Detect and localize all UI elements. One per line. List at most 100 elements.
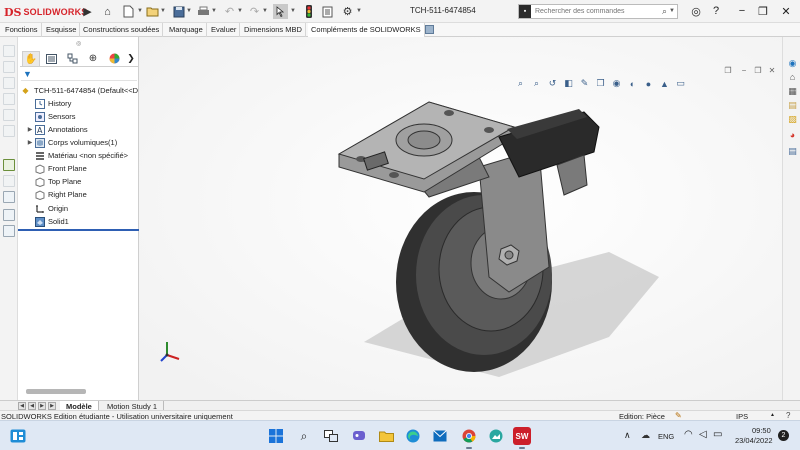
viewport-split-icon[interactable]: ❐: [723, 65, 733, 75]
tree-item-right-plane[interactable]: Right Plane: [26, 188, 87, 201]
restore-icon[interactable]: ❐: [755, 3, 771, 19]
volume-icon[interactable]: ◁: [699, 429, 707, 440]
reference-geometry-icon[interactable]: [3, 175, 15, 187]
tree-item-history[interactable]: History: [26, 97, 71, 110]
new-dropdown-icon[interactable]: ▼: [137, 8, 143, 16]
edge-browser-icon[interactable]: [404, 427, 422, 445]
battery-icon[interactable]: ▭: [713, 429, 722, 440]
dimxpert-tab-icon[interactable]: ⊕: [84, 51, 102, 66]
undo-dropdown-icon[interactable]: ▼: [237, 8, 243, 16]
expand-chevron-icon[interactable]: ▶: [26, 139, 34, 146]
search-dropdown-icon[interactable]: ▼: [669, 8, 675, 14]
tree-root[interactable]: ◆ TCH-511-6474854 (Default<<D: [20, 84, 138, 97]
extrude-tool-icon[interactable]: [3, 61, 15, 73]
first-tab-icon[interactable]: ◀: [18, 402, 26, 410]
custom-properties-icon[interactable]: ▤: [786, 145, 799, 157]
dynamic-annotation-icon[interactable]: ✎: [578, 78, 591, 90]
more-tabs-icon[interactable]: ❯: [126, 51, 136, 66]
tree-filter[interactable]: ▼: [21, 69, 137, 81]
taskbar-search-icon[interactable]: ⌕: [295, 427, 313, 445]
search-icon[interactable]: ⌕: [662, 6, 667, 17]
task-view-icon[interactable]: [322, 427, 340, 445]
redo-dropdown-icon[interactable]: ▼: [262, 8, 268, 16]
expand-chevron-icon[interactable]: ▶: [26, 126, 34, 133]
hide-show-items-icon[interactable]: ◐: [626, 78, 639, 90]
view-palette-icon[interactable]: ▤: [786, 99, 799, 111]
save-icon[interactable]: [171, 4, 186, 19]
select-dropdown-icon[interactable]: ▼: [290, 8, 296, 16]
viewport-minimize-icon[interactable]: −: [739, 65, 749, 75]
tray-overflow-icon[interactable]: ∧: [624, 430, 631, 441]
onedrive-icon[interactable]: ☁: [641, 430, 650, 441]
menu-expand-icon[interactable]: ▶: [80, 4, 95, 19]
loft-tool-icon[interactable]: [3, 109, 15, 121]
graphics-viewport[interactable]: ⌕ ⌕ ↺ ◧ ✎ ❒ ◉ ◐ ● ▲ ▭ ❐ − ❐ ✕: [139, 37, 782, 400]
revolve-tool-icon[interactable]: [3, 77, 15, 89]
file-explorer-taskbar-icon[interactable]: [377, 427, 395, 445]
caster-wheel-model[interactable]: [139, 37, 782, 400]
notification-badge[interactable]: 2: [778, 430, 789, 441]
sweep-tool-icon[interactable]: [3, 93, 15, 105]
feature-tool-icon[interactable]: [3, 159, 15, 171]
design-library-icon[interactable]: ⌂: [786, 71, 799, 83]
options-gear-icon[interactable]: ⚙: [340, 4, 355, 19]
feature-manager-tab-icon[interactable]: ✋: [22, 51, 40, 66]
display-tool-icon[interactable]: [3, 191, 15, 203]
mirror-tool-icon[interactable]: [3, 225, 15, 237]
tree-item-solid-bodies[interactable]: ▶ Corps volumiques(1): [26, 136, 117, 149]
print-icon[interactable]: [196, 4, 211, 19]
minimize-icon[interactable]: −: [734, 3, 750, 19]
display-manager-tab-icon[interactable]: [105, 51, 123, 66]
windows-start-icon[interactable]: [267, 427, 285, 445]
tree-item-annotations[interactable]: ▶ A Annotations: [26, 123, 88, 136]
tab-evaluer[interactable]: Evaluer: [208, 23, 241, 37]
open-folder-icon[interactable]: [145, 4, 160, 19]
viewport-close-icon[interactable]: ✕: [767, 65, 777, 75]
property-manager-tab-icon[interactable]: [42, 51, 60, 66]
filter-funnel-icon[interactable]: ▼: [23, 69, 32, 79]
print-dropdown-icon[interactable]: ▼: [211, 8, 217, 16]
units-dropdown-icon[interactable]: ▲: [770, 412, 775, 418]
solidworks-logo[interactable]: DS SOLIDWORKS: [4, 5, 87, 19]
tree-item-origin[interactable]: Origin: [26, 202, 68, 215]
tab-fonctions[interactable]: Fonctions: [2, 23, 42, 37]
clock-date[interactable]: 23/04/2022: [735, 436, 773, 445]
tree-item-solid1[interactable]: Solid1: [26, 215, 69, 228]
photos-app-icon[interactable]: [487, 427, 505, 445]
new-document-icon[interactable]: [121, 4, 136, 19]
tree-item-material[interactable]: Matériau <non spécifié>: [26, 149, 128, 162]
edit-appearance-icon[interactable]: ●: [642, 78, 655, 90]
view-orientation-icon[interactable]: ❒: [594, 78, 607, 90]
widgets-icon[interactable]: [10, 429, 26, 443]
rebuild-status-icon[interactable]: ✎: [675, 411, 682, 420]
fillet-tool-icon[interactable]: [3, 125, 15, 137]
tab-esquisse[interactable]: Esquisse: [43, 23, 81, 37]
undo-icon[interactable]: ↶: [222, 4, 237, 19]
scenes-icon[interactable]: ◕: [786, 129, 799, 141]
wifi-icon[interactable]: ◠: [684, 429, 693, 440]
last-tab-icon[interactable]: ▶: [48, 402, 56, 410]
tab-marquage[interactable]: Marquage: [166, 23, 207, 37]
chat-icon[interactable]: [350, 427, 368, 445]
quick-tips-icon[interactable]: ?: [786, 411, 790, 420]
tree-horizontal-scrollbar[interactable]: [26, 389, 86, 394]
sketch-tool-icon[interactable]: [3, 45, 15, 57]
previous-view-icon[interactable]: ↺: [546, 78, 559, 90]
viewport-restore-icon[interactable]: ❐: [753, 65, 763, 75]
command-search-input[interactable]: [531, 8, 651, 15]
zoom-to-area-icon[interactable]: ⌕: [530, 78, 543, 90]
tree-item-sensors[interactable]: Sensors: [26, 110, 76, 123]
account-icon[interactable]: ◎: [688, 3, 704, 19]
chrome-icon[interactable]: [460, 427, 478, 449]
tree-item-front-plane[interactable]: Front Plane: [26, 162, 87, 175]
home-icon[interactable]: ⌂: [100, 4, 115, 19]
language-indicator[interactable]: ENG: [658, 432, 674, 441]
apply-scene-icon[interactable]: ▲: [658, 78, 671, 90]
rebuild-traffic-light-icon[interactable]: [301, 4, 316, 19]
redo-icon[interactable]: ↷: [247, 4, 262, 19]
options-dropdown-icon[interactable]: ▼: [356, 8, 362, 16]
next-tab-icon[interactable]: ▶: [38, 402, 46, 410]
tree-item-top-plane[interactable]: Top Plane: [26, 175, 81, 188]
section-view-icon[interactable]: ◧: [562, 78, 575, 90]
close-icon[interactable]: ✕: [778, 3, 794, 19]
